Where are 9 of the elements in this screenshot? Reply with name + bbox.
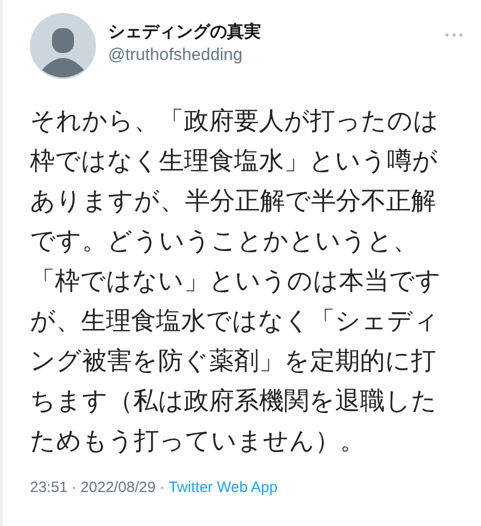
author-handle[interactable]: @truthofshedding — [108, 43, 445, 67]
author-name[interactable]: シェディングの真実 — [108, 21, 445, 43]
avatar-icon[interactable] — [30, 13, 96, 79]
tweet-time: 23:51 — [30, 479, 68, 496]
separator-dot: · — [160, 479, 165, 496]
tweet-date: 2022/08/29 — [80, 479, 156, 496]
tweet-text: それから、「政府要人が打ったのは枠ではなく生理食塩水」という噂がありますが、半分正解で半分不正解です。どういうことかというと、「枠ではない」というのは本当ですが、生理食塩水ではなく「シェディング被害を防ぐ薬剤」を定期的に打ちます（私は政府系機関を退職したためもう打っていません）。 — [30, 106, 442, 457]
source-link[interactable]: Twitter Web App — [168, 479, 278, 496]
separator-dot: · — [72, 479, 77, 496]
